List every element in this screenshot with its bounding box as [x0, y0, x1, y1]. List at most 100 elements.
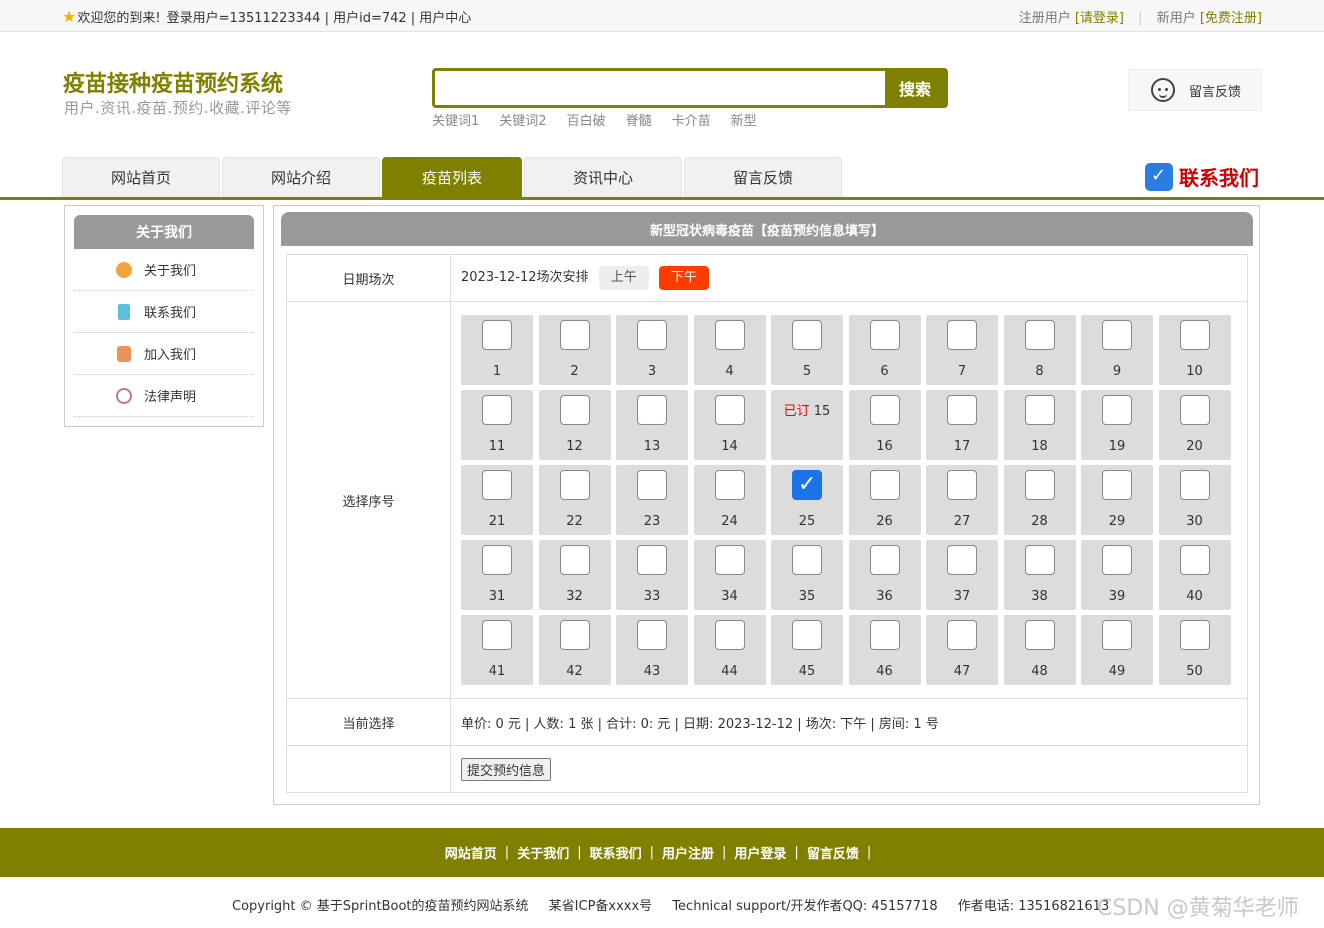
login-link[interactable]: [请登录]	[1075, 11, 1124, 26]
keyword-link[interactable]: 脊髓	[626, 110, 652, 129]
seat-cell-item[interactable]: 11	[461, 390, 533, 460]
seat-cell-item[interactable]: 49	[1081, 615, 1153, 685]
seat-checkbox[interactable]	[792, 620, 822, 650]
seat-checkbox[interactable]	[869, 545, 900, 575]
seat-cell-item[interactable]: 13	[616, 390, 688, 460]
seat-checkbox[interactable]	[792, 470, 822, 500]
footer-link-home[interactable]: 网站首页	[445, 843, 497, 862]
contact-us-link[interactable]: 联系我们	[1145, 162, 1259, 191]
footer-link-register[interactable]: 用户注册	[662, 843, 714, 862]
footer-link-contact[interactable]: 联系我们	[590, 843, 642, 862]
seat-checkbox[interactable]	[559, 470, 590, 500]
seat-checkbox[interactable]	[559, 395, 590, 425]
seat-cell-item[interactable]: 28	[1003, 465, 1076, 535]
seat-checkbox[interactable]	[637, 395, 667, 425]
seat-cell-item[interactable]: 10	[1158, 315, 1231, 385]
seat-cell-item[interactable]: 30	[1158, 465, 1231, 535]
footer-link-feedback[interactable]: 留言反馈	[807, 843, 859, 862]
seat-cell-item[interactable]: 37	[926, 540, 998, 610]
seat-cell-item[interactable]: 42	[538, 615, 611, 685]
seat-cell-item[interactable]: 2	[538, 315, 611, 385]
seat-checkbox[interactable]	[637, 620, 667, 650]
feedback-button[interactable]: 留言反馈	[1128, 69, 1262, 111]
seat-cell-item[interactable]: 48	[1003, 615, 1076, 685]
footer-link-login[interactable]: 用户登录	[734, 843, 786, 862]
seat-cell-item[interactable]: 40	[1158, 540, 1231, 610]
seat-checkbox[interactable]	[1102, 620, 1132, 650]
seat-checkbox[interactable]	[482, 470, 512, 500]
seat-cell-item[interactable]: 20	[1158, 390, 1231, 460]
seat-checkbox[interactable]	[559, 320, 590, 350]
seat-checkbox[interactable]	[482, 620, 512, 650]
seat-cell-item[interactable]: 26	[848, 465, 921, 535]
am-session-button[interactable]: 上午	[598, 266, 649, 290]
seat-cell-item[interactable]: 25	[771, 465, 843, 535]
seat-cell-item[interactable]: 23	[616, 465, 688, 535]
seat-checkbox[interactable]	[792, 545, 822, 575]
keyword-link[interactable]: 新型	[731, 110, 757, 129]
submit-button[interactable]: 提交预约信息	[461, 757, 552, 781]
search-input[interactable]	[435, 71, 885, 105]
seat-checkbox[interactable]	[1024, 395, 1055, 425]
seat-cell-item[interactable]: 27	[926, 465, 998, 535]
seat-cell-item[interactable]: 36	[848, 540, 921, 610]
seat-cell-item[interactable]: 14	[693, 390, 766, 460]
seat-checkbox[interactable]	[1102, 320, 1132, 350]
seat-cell-item[interactable]: 8	[1003, 315, 1076, 385]
seat-cell-item[interactable]: 4	[693, 315, 766, 385]
seat-checkbox[interactable]	[869, 470, 900, 500]
seat-cell-item[interactable]: 29	[1081, 465, 1153, 535]
seat-cell-item[interactable]: 19	[1081, 390, 1153, 460]
seat-cell-item[interactable]: 5	[771, 315, 843, 385]
sidebar-item-join[interactable]: 加入我们	[74, 333, 254, 375]
sidebar-item-contact[interactable]: 联系我们	[74, 291, 254, 333]
seat-cell-item[interactable]: 9	[1081, 315, 1153, 385]
seat-cell-item[interactable]: 22	[538, 465, 611, 535]
seat-checkbox[interactable]	[1179, 470, 1210, 500]
seat-cell-item[interactable]: 17	[926, 390, 998, 460]
seat-cell-item[interactable]: 21	[461, 465, 533, 535]
seat-checkbox[interactable]	[559, 620, 590, 650]
sidebar-item-about[interactable]: 关于我们	[74, 249, 254, 291]
seat-checkbox[interactable]	[714, 545, 745, 575]
seat-checkbox[interactable]	[482, 395, 512, 425]
seat-checkbox[interactable]	[637, 545, 667, 575]
signup-link[interactable]: [免费注册]	[1200, 11, 1262, 26]
seat-checkbox[interactable]	[1179, 620, 1210, 650]
keyword-link[interactable]: 关键词2	[499, 110, 546, 129]
seat-cell-item[interactable]: 32	[538, 540, 611, 610]
seat-checkbox[interactable]	[947, 470, 977, 500]
nav-home[interactable]: 网站首页	[62, 157, 220, 197]
keyword-link[interactable]: 关键词1	[432, 110, 479, 129]
seat-cell-item[interactable]: 46	[848, 615, 921, 685]
seat-cell-item[interactable]: 34	[693, 540, 766, 610]
user-info-link[interactable]: 登录用户=13511223344 | 用户id=742 | 用户中心	[167, 7, 472, 26]
search-button[interactable]: 搜索	[885, 71, 945, 105]
seat-checkbox[interactable]	[947, 545, 977, 575]
pm-session-button[interactable]: 下午	[658, 266, 709, 290]
seat-cell-item[interactable]: 24	[693, 465, 766, 535]
seat-cell-item[interactable]: 1	[461, 315, 533, 385]
seat-cell-item[interactable]: 38	[1003, 540, 1076, 610]
seat-cell-item[interactable]: 12	[538, 390, 611, 460]
seat-checkbox[interactable]	[1179, 320, 1210, 350]
seat-cell-item[interactable]: 50	[1158, 615, 1231, 685]
keyword-link[interactable]: 卡介苗	[672, 110, 711, 129]
seat-cell-item[interactable]: 7	[926, 315, 998, 385]
nav-feedback[interactable]: 留言反馈	[684, 157, 842, 197]
seat-checkbox[interactable]	[1179, 545, 1210, 575]
seat-checkbox[interactable]	[714, 320, 745, 350]
seat-cell-item[interactable]: 43	[616, 615, 688, 685]
nav-vaccine-list[interactable]: 疫苗列表	[382, 157, 522, 197]
nav-news[interactable]: 资讯中心	[524, 157, 682, 197]
seat-cell-item[interactable]: 6	[848, 315, 921, 385]
seat-checkbox[interactable]	[482, 545, 512, 575]
footer-link-about[interactable]: 关于我们	[517, 843, 569, 862]
seat-checkbox[interactable]	[869, 395, 900, 425]
seat-checkbox[interactable]	[947, 395, 977, 425]
seat-checkbox[interactable]	[1102, 545, 1132, 575]
seat-checkbox[interactable]	[637, 320, 667, 350]
seat-cell-item[interactable]: 47	[926, 615, 998, 685]
seat-checkbox[interactable]	[1024, 320, 1055, 350]
seat-checkbox[interactable]	[869, 620, 900, 650]
